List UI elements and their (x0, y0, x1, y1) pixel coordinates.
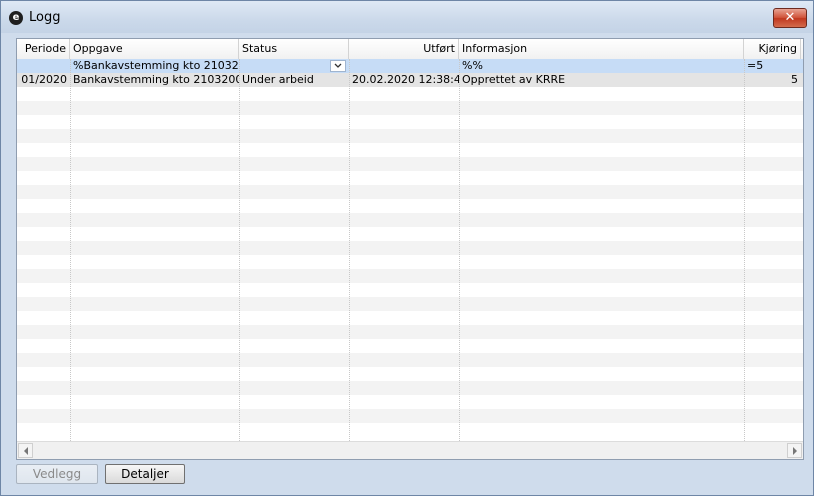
cell-kjoring: 5 (791, 73, 798, 86)
column-divider (349, 59, 350, 441)
filter-row[interactable]: %Bankavstemming kto 21032001 %% =5 (17, 59, 803, 73)
chevron-down-icon (334, 63, 342, 68)
scroll-left-button[interactable] (18, 443, 33, 458)
column-divider (70, 59, 71, 441)
filter-informasjon[interactable]: %% (459, 59, 744, 73)
close-x-icon: ✕ (784, 10, 796, 25)
arrow-left-icon (23, 447, 28, 455)
cell-periode: 01/2020 (21, 73, 67, 86)
table-row[interactable]: 01/2020 Bankavstemming kto 21032001 (fo … (17, 73, 803, 87)
arrow-right-icon (792, 447, 797, 455)
cell-oppgave: Bankavstemming kto 21032001 (fo (73, 73, 239, 86)
vedlegg-button[interactable]: Vedlegg (16, 464, 98, 484)
window-title: Logg (29, 10, 61, 25)
cell-status: Under arbeid (242, 73, 314, 86)
empty-rows-area (17, 87, 803, 437)
filter-periode[interactable] (17, 59, 70, 73)
status-dropdown-button[interactable] (330, 60, 346, 72)
cell-informasjon: Opprettet av KRRE (462, 73, 566, 86)
column-header-status[interactable]: Status (239, 39, 349, 59)
title-bar[interactable]: e Logg ✕ (1, 1, 813, 33)
column-header-informasjon[interactable]: Informasjon (459, 39, 744, 59)
close-button[interactable]: ✕ (773, 8, 807, 28)
horizontal-scrollbar[interactable] (17, 441, 803, 459)
scroll-right-button[interactable] (787, 443, 802, 458)
column-header-utfort[interactable]: Utført (349, 39, 459, 59)
filter-kjoring[interactable]: =5 (744, 59, 801, 73)
cell-utfort: 20.02.2020 12:38:41 (352, 73, 459, 86)
column-header-oppgave[interactable]: Oppgave (70, 39, 239, 59)
filter-oppgave[interactable]: %Bankavstemming kto 21032001 (70, 59, 239, 73)
column-divider (744, 59, 745, 441)
column-divider (459, 59, 460, 441)
e-logo-icon: e (9, 11, 23, 25)
logg-window: e Logg ✕ Periode Oppgave Status Utført I… (0, 0, 814, 496)
filter-utfort[interactable] (349, 59, 459, 73)
column-header-periode[interactable]: Periode (17, 39, 70, 59)
column-divider (239, 59, 240, 441)
log-grid[interactable]: Periode Oppgave Status Utført Informasjo… (16, 38, 804, 460)
detaljer-button[interactable]: Detaljer (105, 464, 185, 484)
column-header-kjoring[interactable]: Kjøring (744, 39, 801, 59)
grid-header: Periode Oppgave Status Utført Informasjo… (17, 39, 803, 60)
